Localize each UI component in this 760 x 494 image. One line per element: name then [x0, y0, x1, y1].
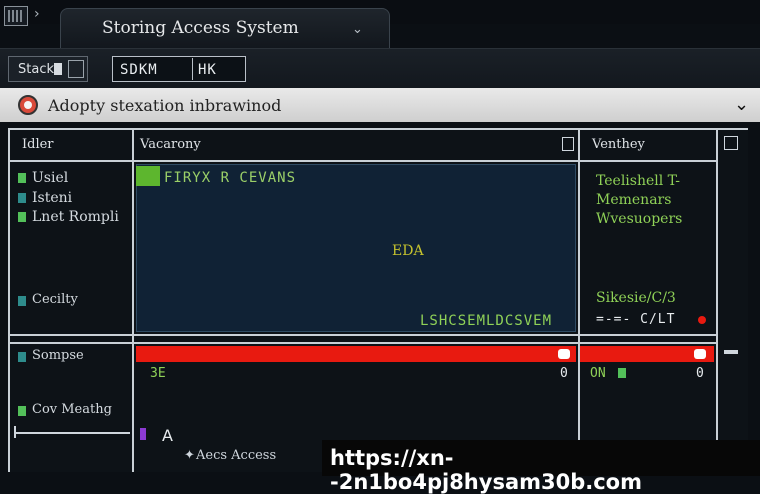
grid-line-top — [8, 128, 748, 130]
center-header-text: FIRYX R CEVANS — [164, 170, 297, 186]
grid-line-mid2 — [8, 342, 718, 344]
sidebar-item-lnet-rompli[interactable]: Lnet Rompli — [32, 209, 119, 225]
app-grid-icon[interactable] — [4, 6, 28, 26]
sidebar-item-icon — [18, 296, 26, 306]
sidebar-item-isteni[interactable]: Isteni — [32, 190, 72, 206]
row-value-right: ON — [590, 366, 606, 381]
grid-line-header — [8, 160, 718, 162]
code-field-suffix: HK — [198, 62, 217, 78]
chevron-down-icon[interactable]: ⌄ — [734, 94, 749, 115]
bottom-letter: A — [162, 426, 173, 445]
alert-bar — [136, 346, 576, 362]
center-display — [136, 164, 576, 332]
sidebar-item-icon — [18, 352, 26, 362]
sidebar-item-cov-meathg[interactable]: Cov Meathg — [32, 402, 112, 417]
row-count-left: 0 — [560, 366, 568, 381]
right-status-readout: =-=- C/LT — [596, 312, 676, 327]
info-bar-text: Adopty stexation inbrawinod — [48, 96, 282, 115]
field-divider — [192, 58, 193, 80]
code-field-value: SDKM — [120, 62, 158, 78]
column-header-right[interactable]: Venthey — [592, 137, 645, 152]
tab-title[interactable]: Storing Access System — [102, 18, 299, 38]
sidebar-item-cecilty[interactable]: Cecilty — [32, 292, 78, 307]
status-block-icon — [136, 166, 160, 186]
grid-line-left — [8, 128, 10, 472]
scroll-handle[interactable] — [724, 350, 738, 354]
grid-line-col2 — [578, 128, 580, 448]
star-icon: ✦ — [184, 448, 195, 463]
bottom-marker-icon — [140, 428, 146, 440]
column-header-left[interactable]: Idler — [22, 137, 54, 152]
right-line: Teelishell T- — [596, 173, 680, 189]
center-footer-text: LSHCSEMLDCSVEM — [420, 313, 553, 329]
sidebar-slider-track[interactable] — [14, 432, 130, 434]
chevron-right-icon[interactable]: › — [34, 6, 46, 26]
right-line: Memenars — [596, 192, 672, 208]
center-mid-text: EDA — [392, 243, 424, 259]
sidebar-item-icon — [18, 406, 26, 416]
row-count-right: 0 — [696, 366, 704, 381]
column-header-center[interactable]: Vacarony — [140, 137, 201, 152]
sidebar-slider-handle[interactable] — [14, 426, 20, 438]
sidebar-item-icon — [18, 193, 26, 203]
grid-line-mid — [8, 334, 718, 336]
alert-dot-icon — [698, 316, 706, 324]
grid-line-col1 — [132, 128, 134, 472]
grid-line-col3 — [716, 128, 718, 440]
row-value-left: ЗЕ — [150, 366, 166, 381]
alert-close-icon[interactable] — [558, 349, 570, 359]
stack-label: Stack — [18, 62, 54, 77]
stack-indicator-icon — [54, 63, 62, 75]
stack-dropdown-box[interactable] — [68, 60, 84, 78]
record-icon[interactable] — [18, 95, 38, 115]
right-panel-text: Teelishell T- Memenars Wvesuopers — [596, 172, 682, 229]
sidebar-item-icon — [18, 212, 26, 222]
bottom-access-link[interactable]: Aecs Access — [196, 448, 276, 463]
scroll-up-handle[interactable] — [724, 136, 738, 150]
sidebar-item-usiel[interactable]: Usiel — [32, 170, 68, 186]
row-indicator-icon — [618, 368, 626, 378]
sidebar-item-icon — [18, 173, 26, 183]
tab-caret-icon[interactable]: ⌄ — [352, 22, 363, 37]
alert-close-icon[interactable] — [694, 349, 706, 359]
right-line: Wvesuopers — [596, 211, 683, 227]
column-menu-icon[interactable] — [562, 137, 574, 151]
sidebar-item-sompse[interactable]: Sompse — [32, 348, 84, 363]
watermark-url: https://xn--2n1bo4pj8hysam30b.com — [330, 446, 642, 494]
right-status: Sikesie/C/3 — [596, 290, 676, 306]
